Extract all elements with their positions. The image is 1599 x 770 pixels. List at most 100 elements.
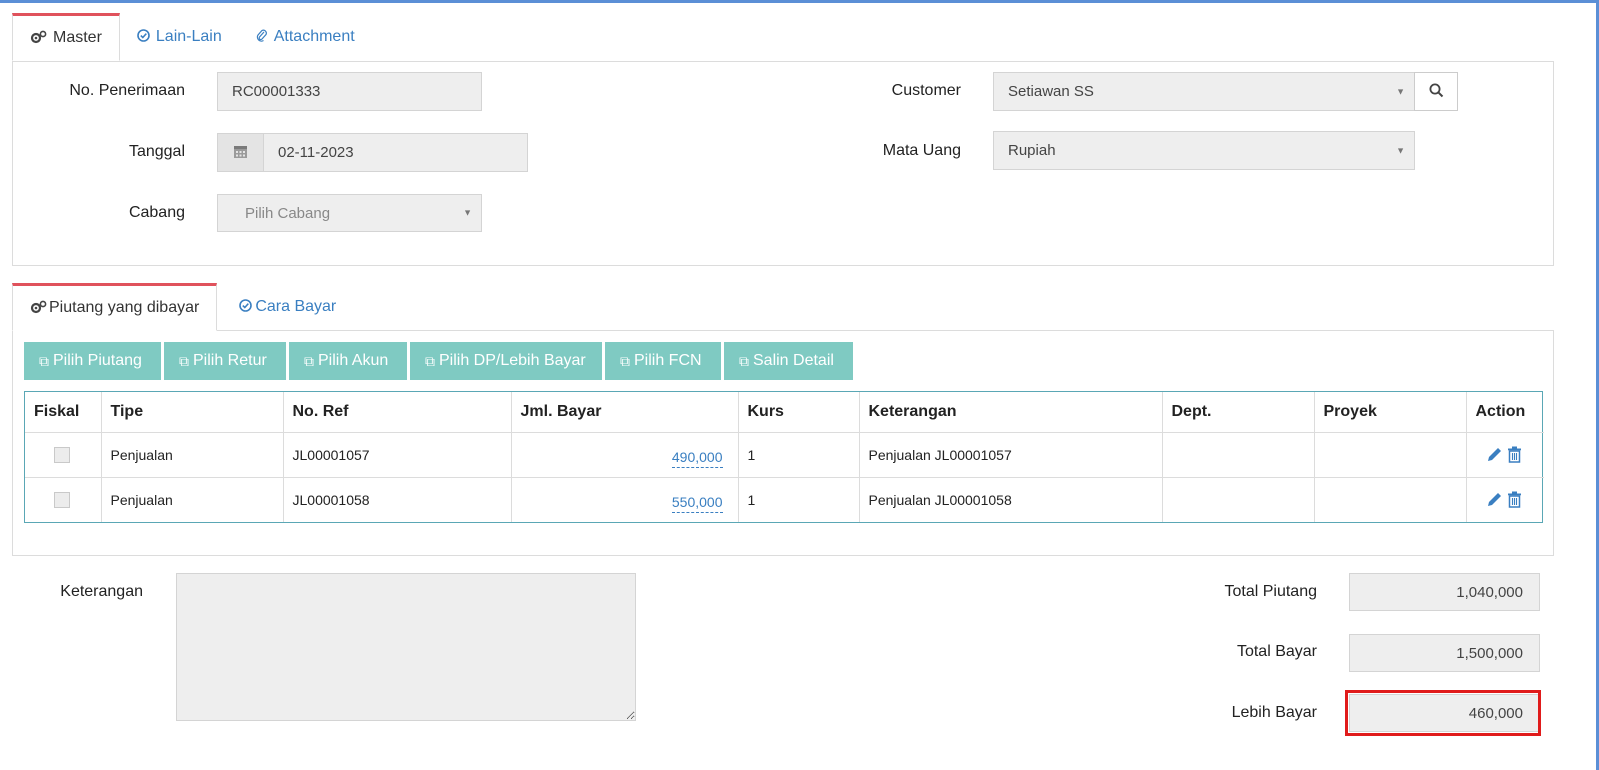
total-piutang-field[interactable]: 1,040,000 xyxy=(1349,573,1540,611)
customer-search-button[interactable] xyxy=(1414,72,1458,111)
calendar-icon xyxy=(233,144,248,162)
tab-piutang-yang-dibayar[interactable]: Piutang yang dibayar xyxy=(12,283,218,331)
keterangan-cell: Penjualan JL00001057 xyxy=(859,432,1163,478)
customer-value: Setiawan SS xyxy=(1008,83,1094,100)
detail-tabbar: Piutang yang dibayar Cara Bayar xyxy=(12,283,353,331)
tab-label: Master xyxy=(53,29,102,46)
jml-bayar-cell: 550,000 xyxy=(511,477,739,522)
tipe-cell: Penjualan xyxy=(101,477,284,522)
edit-pencil-icon[interactable] xyxy=(1486,491,1503,508)
button-label: Pilih DP/Lebih Bayar xyxy=(439,352,586,369)
lebih-bayar-label: Lebih Bayar xyxy=(1231,704,1317,721)
table-row: Penjualan JL00001058 550,000 1 Penjualan… xyxy=(25,477,1544,522)
cabang-label: Cabang xyxy=(128,204,185,221)
no-penerimaan-value: RC00001333 xyxy=(232,83,321,100)
column-header-fiskal[interactable]: Fiskal xyxy=(25,392,102,433)
caret-down-icon: ▼ xyxy=(1396,86,1405,96)
cabang-select[interactable]: Pilih Cabang ▼ xyxy=(217,194,482,232)
tab-cara-bayar[interactable]: Cara Bayar xyxy=(217,283,353,331)
jml-bayar-editable[interactable]: 490,000 xyxy=(671,449,723,468)
button-label: Pilih FCN xyxy=(634,352,702,369)
check-circle-icon xyxy=(239,299,253,315)
pilih-fcn-button[interactable]: ⧉ Pilih FCN xyxy=(605,342,721,380)
no-ref-cell: JL00001058 xyxy=(283,477,512,522)
pilih-piutang-button[interactable]: ⧉ Pilih Piutang xyxy=(24,342,161,380)
edit-pencil-icon[interactable] xyxy=(1486,446,1503,463)
column-header-keterangan[interactable]: Keterangan xyxy=(859,392,1163,433)
total-bayar-label: Total Bayar xyxy=(1236,643,1317,660)
mata-uang-select[interactable]: Rupiah ▼ xyxy=(993,131,1415,170)
table-header-row: Fiskal Tipe No. Ref Jml. Bayar Kurs Kete… xyxy=(25,392,1544,433)
paperclip-icon xyxy=(256,29,268,46)
column-header-proyek[interactable]: Proyek xyxy=(1314,392,1467,433)
tanggal-value: 02-11-2023 xyxy=(278,144,354,161)
button-label: Pilih Akun xyxy=(318,352,389,369)
tipe-cell: Penjualan xyxy=(101,432,284,478)
trash-icon[interactable] xyxy=(1507,491,1522,508)
caret-down-icon: ▼ xyxy=(1396,145,1405,155)
pilih-dp-lebih-bayar-button[interactable]: ⧉ Pilih DP/Lebih Bayar xyxy=(410,342,602,380)
jml-bayar-editable[interactable]: 550,000 xyxy=(671,494,723,514)
dept-cell xyxy=(1162,432,1315,478)
proyek-cell xyxy=(1314,477,1467,522)
copy-icon: ⧉ xyxy=(620,352,630,369)
no-penerimaan-field[interactable]: RC00001333 xyxy=(217,72,482,111)
column-header-tipe[interactable]: Tipe xyxy=(101,392,284,433)
mata-uang-value: Rupiah xyxy=(1008,142,1056,159)
copy-icon: ⧉ xyxy=(304,352,314,369)
detail-button-row: ⧉ Pilih Piutang ⧉ Pilih Retur ⧉ Pilih Akun … xyxy=(24,342,853,380)
keterangan-label: Keterangan xyxy=(60,583,143,600)
fiskal-checkbox[interactable] xyxy=(54,446,70,463)
pilih-akun-button[interactable]: ⧉ Pilih Akun xyxy=(289,342,407,380)
keterangan-cell: Penjualan JL00001058 xyxy=(859,477,1163,522)
tab-attachment[interactable]: Attachment xyxy=(239,13,372,61)
table-row: Penjualan JL00001057 490,000 1 Penjualan… xyxy=(25,432,1544,478)
pilih-retur-button[interactable]: ⧉ Pilih Retur xyxy=(164,342,286,380)
tab-label: Attachment xyxy=(273,28,355,45)
tanggal-input[interactable]: 02-11-2023 xyxy=(263,133,528,172)
button-label: Pilih Piutang xyxy=(53,352,142,369)
no-ref-cell: JL00001057 xyxy=(283,432,512,478)
salin-detail-button[interactable]: ⧉ Salin Detail xyxy=(724,342,853,380)
cabang-placeholder: Pilih Cabang xyxy=(245,204,331,222)
dept-cell xyxy=(1162,477,1315,522)
copy-icon: ⧉ xyxy=(425,352,435,369)
tanggal-label: Tanggal xyxy=(128,143,185,160)
kurs-cell: 1 xyxy=(738,477,860,522)
column-header-jml-bayar[interactable]: Jml. Bayar xyxy=(511,392,739,433)
search-icon xyxy=(1429,83,1444,101)
customer-label: Customer xyxy=(891,82,961,99)
action-cell xyxy=(1466,432,1544,478)
column-header-kurs[interactable]: Kurs xyxy=(738,392,860,433)
kurs-cell: 1 xyxy=(738,432,860,478)
copy-icon: ⧉ xyxy=(179,352,189,369)
lebih-bayar-highlight-box xyxy=(1345,690,1541,736)
jml-bayar-cell: 490,000 xyxy=(511,432,739,478)
proyek-cell xyxy=(1314,432,1467,478)
gears-icon xyxy=(30,30,47,47)
column-header-dept[interactable]: Dept. xyxy=(1162,392,1315,433)
master-tabbar: Master Lain-Lain Attachment xyxy=(12,13,372,61)
trash-icon[interactable] xyxy=(1507,446,1522,463)
copy-icon: ⧉ xyxy=(739,352,749,369)
total-bayar-value: 1,500,000 xyxy=(1456,644,1523,662)
button-label: Salin Detail xyxy=(753,352,834,369)
tab-lain-lain[interactable]: Lain-Lain xyxy=(120,13,239,61)
total-bayar-field[interactable]: 1,500,000 xyxy=(1349,634,1540,672)
keterangan-textarea[interactable] xyxy=(176,573,636,721)
piutang-table: Fiskal Tipe No. Ref Jml. Bayar Kurs Kete… xyxy=(24,391,1544,523)
gears-icon xyxy=(30,300,47,317)
tab-label: Piutang yang dibayar xyxy=(49,299,200,316)
column-header-no-ref[interactable]: No. Ref xyxy=(283,392,512,433)
calendar-button[interactable] xyxy=(217,133,264,172)
caret-down-icon: ▼ xyxy=(463,207,472,218)
tab-master[interactable]: Master xyxy=(12,13,120,61)
button-label: Pilih Retur xyxy=(193,352,267,369)
column-header-action: Action xyxy=(1466,392,1544,433)
tab-label: Lain-Lain xyxy=(155,28,222,45)
total-piutang-value: 1,040,000 xyxy=(1456,583,1523,601)
fiskal-checkbox[interactable] xyxy=(54,491,70,508)
customer-select[interactable]: Setiawan SS ▼ xyxy=(993,72,1415,111)
total-piutang-label: Total Piutang xyxy=(1224,583,1317,600)
copy-icon: ⧉ xyxy=(39,352,49,369)
